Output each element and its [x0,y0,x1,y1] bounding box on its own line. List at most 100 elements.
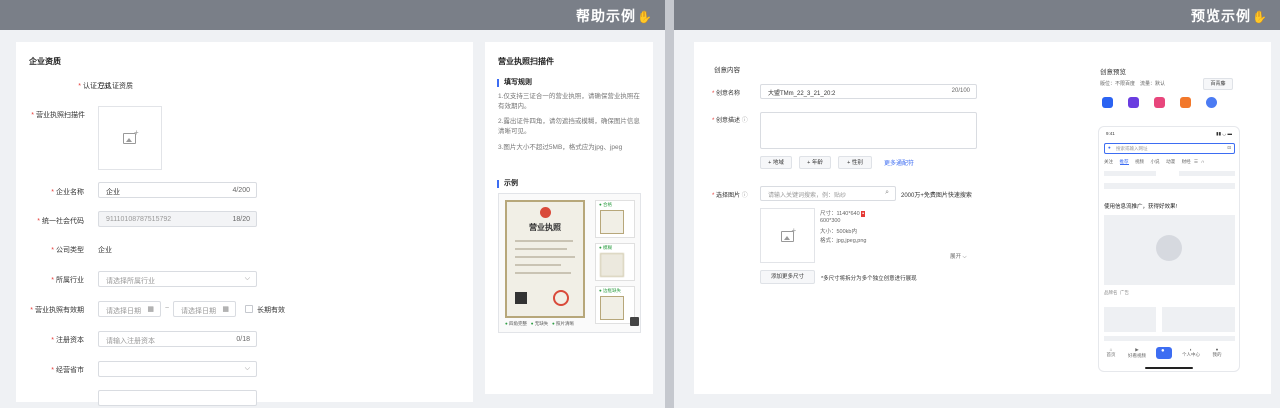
spec-filesize: 大小：500kb内 [820,229,857,235]
rule-2: 2.露出证件四角，请勿遮挡或模糊，确保图片信息清晰可见。 [498,118,640,135]
stamp-icon [553,290,569,306]
select-image-label: * 选择图片 ⓘ [712,193,748,199]
char-count: 18/20 [232,216,250,223]
credit-code-label: * 统一社会代码 [37,218,84,225]
form-title: 企业资质 [29,57,61,66]
company-name-input[interactable]: 企业 4/200 [98,182,257,198]
free-images-text: 2000万+免费图片快速搜索 [901,193,972,199]
help-title: 营业执照扫描件 [498,57,554,66]
calendar-icon: ▦ [222,306,229,313]
nav-personal[interactable]: ◐ 个人中心 [1182,347,1200,358]
add-age-button[interactable]: + 年龄 [799,156,831,169]
baidu-app-icon[interactable] [1102,97,1113,108]
preview-title: 创意预览 [1100,69,1126,76]
creative-desc-textarea[interactable] [760,112,977,149]
help-example-panel: 帮助示例✋ 企业资质 * 认证方式 已认证资质 * 营业执照扫描件 + * 企业名称 … [0,0,665,408]
rules-heading: 填写规则 [497,79,532,87]
search-icon[interactable]: ⌕ [885,189,889,197]
preview-example-panel: 预览示例✋ 创意内容 * 创意名称 大盟TMm_22_3_21_20:2 20/… [674,0,1280,408]
app-icon-5[interactable] [1206,97,1217,108]
rule-1: 1.仅支持三证合一的营业执照，请确保营业执照在有效期内。 [498,93,640,110]
validity-end-date[interactable]: 请选择日期 ▦ [173,301,236,317]
license-scan-label: * 营业执照扫描件 [31,112,85,119]
status-icons: ▮▮ ◡ ▬ [1216,131,1232,136]
app-icon-2[interactable] [1128,97,1139,108]
industry-select[interactable]: 请选择所属行业 ⌵ [98,271,257,287]
paw-icon: ● [1108,145,1111,150]
thumb-blurry: ● 模糊 [595,243,635,281]
capital-input[interactable]: 请输入注册资本 0/18 [98,331,257,347]
qualification-form: 企业资质 * 认证方式 已认证资质 * 营业执照扫描件 + * 企业名称 企业 4/2… [16,42,473,406]
baidu-paw-icon [1156,235,1182,261]
province-label: * 经营省市 [51,367,84,374]
example-image: 营业执照 ● 合格 ● 模糊 ● 边框缺失 ● 四角完整 ● 无缺失 ● 照片清… [498,193,641,333]
pointer-icon: ✋ [1252,10,1268,24]
split-hint: *多尺寸将拆分为多个独立创意进行展现 [821,276,917,282]
industry-label: * 所属行业 [51,277,84,284]
panel-divider [665,0,674,408]
creative-name-input[interactable]: 大盟TMm_22_3_21_20:2 20/100 [760,84,977,99]
zoom-icon[interactable] [630,317,639,326]
nav-video[interactable]: ▶ 好看视频 [1128,347,1146,359]
help-banner: 帮助示例✋ [0,0,665,30]
example-heading: 示例 [497,180,518,188]
thumb-missing-border: ● 边框缺失 [595,286,635,324]
help-card: 营业执照扫描件 填写规则 1.仅支持三证合一的营业执照，请确保营业执照在有效期内… [485,42,653,394]
ad-image [1104,215,1235,285]
voice-button[interactable]: ● [1156,347,1172,359]
more-wildcards-link[interactable]: 更多通配符 [884,158,914,167]
expand-toggle[interactable]: 展开 ⌵ [950,252,967,261]
image-upload-box[interactable]: + [760,208,815,263]
mic-icon: ● [1161,348,1165,354]
creative-name-label: * 创意名称 [712,91,741,97]
ad-text: 使用信息流推广，获得好效果! [1104,204,1178,210]
app-icon-4[interactable] [1180,97,1191,108]
preview-traffic: 流量：默认 [1140,81,1166,87]
add-gender-button[interactable]: + 性别 [838,156,872,169]
capital-label: * 注册资本 [51,337,84,344]
license-upload-box[interactable]: + [98,106,162,170]
long-term-label: 长期有效 [257,307,285,314]
nav-home[interactable]: ⌂ 首页 [1102,347,1120,358]
preview-banner: 预览示例✋ [674,0,1280,30]
media-toggle[interactable]: 百青藤 [1203,78,1233,90]
char-count: 0/18 [236,336,250,343]
camera-icon: ⊡ [1227,145,1231,150]
province-select[interactable]: ⌵ [98,361,257,377]
char-count: 20/100 [951,88,970,94]
city-select[interactable] [98,390,257,406]
phone-tabs: 关注 推荐 视频 小说 动漫 财经 ☰ ∩ [1104,159,1205,165]
credit-code-input: 91110108787515792 18/20 [98,211,257,227]
phone-time: 9:41 [1106,131,1115,136]
spec-size-2: 600*300 [820,218,841,224]
add-region-button[interactable]: + 地域 [760,156,792,169]
chevron-down-icon: ⌵ [244,275,250,282]
license-heading: 营业执照 [529,223,561,232]
plus-icon: + [134,128,139,137]
add-sizes-button[interactable]: 添加更多尺寸 [760,270,815,284]
preview-position: 版位：不限百度 [1100,81,1136,87]
company-name-label: * 企业名称 [51,189,84,196]
help-banner-title: 帮助示例✋ [576,8,653,24]
license-example: 营业执照 [505,200,585,318]
qr-code-icon [515,292,527,304]
plus-icon: + [791,225,797,235]
image-search-input[interactable]: 请输入关键词搜索，例：贴纱 ⌕ [760,186,896,201]
app-icon-3[interactable] [1154,97,1165,108]
phone-preview: 9:41 ▮▮ ◡ ▬ ● 搜索或输入网址 ⊡ 关注 推荐 视频 小说 动漫 财… [1098,126,1240,372]
emblem-icon [540,207,551,218]
spec-format: 格式：jpg,jpeg,png [820,238,867,244]
date-separator: ~ [165,305,170,312]
cert-method-value: 已认证资质 [98,83,133,90]
tag-icon: ▪ [861,211,866,217]
validity-start-date[interactable]: 请选择日期 ▦ [98,301,161,317]
long-term-checkbox[interactable] [245,305,253,313]
thumb-ok: ● 合格 [595,200,635,238]
nav-mine[interactable]: ● 我的 [1208,347,1226,358]
creative-title: 创意内容 [714,67,740,74]
char-count: 4/200 [232,187,250,194]
spec-size: 尺寸：1140*640 ▪ [820,211,866,217]
company-type-value: 企业 [98,247,112,254]
calendar-icon: ▦ [147,306,154,313]
company-type-label: * 公司类型 [51,247,84,254]
